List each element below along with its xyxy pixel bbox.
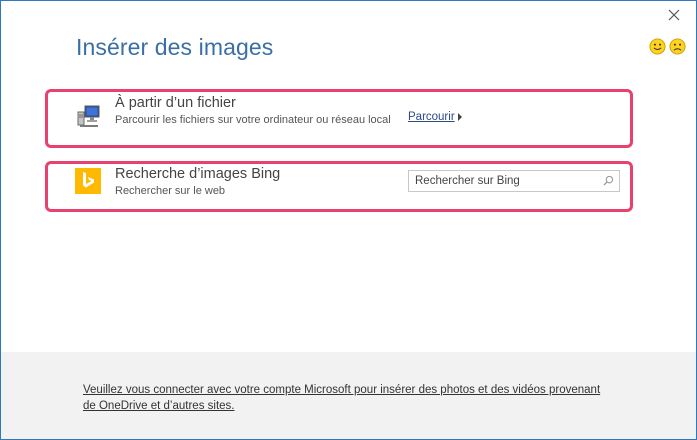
- browse-button[interactable]: Parcourir: [408, 111, 462, 123]
- bing-search-description: Rechercher sur le web: [115, 185, 226, 197]
- bing-search-box: [408, 170, 620, 192]
- computer-network-icon: [77, 105, 100, 127]
- microsoft-signin-link[interactable]: Veuillez vous connecter avec votre compt…: [83, 382, 603, 414]
- bing-search-input[interactable]: [409, 171, 594, 191]
- from-file-section: À partir d’un fichier Parcourir les fich…: [45, 89, 633, 148]
- bing-search-section: Recherche d’images Bing Rechercher sur l…: [45, 161, 633, 212]
- chevron-right-icon: [457, 113, 462, 121]
- browse-label: Parcourir: [408, 111, 455, 123]
- frown-icon[interactable]: [669, 38, 686, 55]
- insert-pictures-dialog: Insérer des images À partir d’un fichier: [0, 0, 697, 440]
- feedback-buttons: [649, 38, 686, 55]
- from-file-title: À partir d’un fichier: [115, 95, 236, 111]
- close-icon[interactable]: [666, 7, 682, 23]
- smile-icon[interactable]: [649, 38, 666, 55]
- bing-logo-icon: [75, 168, 101, 194]
- dialog-title: Insérer des images: [76, 34, 274, 60]
- footer: Veuillez vous connecter avec votre compt…: [1, 352, 696, 439]
- from-file-description: Parcourir les fichiers sur votre ordinat…: [115, 114, 391, 126]
- search-icon[interactable]: [603, 175, 614, 186]
- bing-search-title: Recherche d’images Bing: [115, 166, 281, 182]
